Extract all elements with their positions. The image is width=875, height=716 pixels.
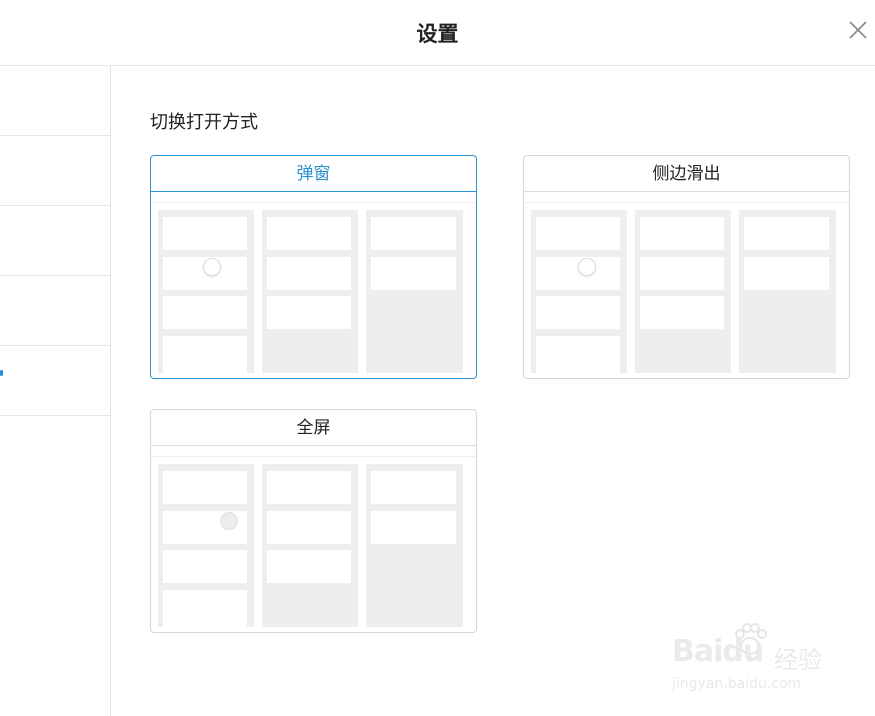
popup-preview (151, 203, 476, 378)
dialog-header: 设置 (0, 0, 875, 66)
sidebar-item-2[interactable] (0, 136, 110, 206)
close-icon (849, 21, 867, 39)
sidebar-item-5[interactable] (0, 346, 110, 416)
slide-preview (524, 203, 849, 378)
cursor-dot-icon (578, 258, 596, 276)
option-slide-label: 侧边滑出 (524, 156, 849, 192)
option-slide-card[interactable]: 侧边滑出 (523, 155, 850, 379)
option-fullscreen-label: 全屏 (151, 410, 476, 446)
option-fullscreen-card[interactable]: 全屏 (150, 409, 477, 633)
close-button[interactable] (846, 18, 870, 42)
option-popup-label: 弹窗 (151, 156, 476, 192)
settings-sidebar (0, 66, 111, 716)
sidebar-item-3[interactable] (0, 206, 110, 276)
sidebar-item-4-active[interactable] (0, 276, 110, 346)
dialog-title: 设置 (416, 22, 459, 46)
option-popup-card[interactable]: 弹窗 (150, 155, 477, 379)
cursor-dot-icon (203, 258, 221, 276)
sidebar-item-1[interactable] (0, 66, 110, 136)
cursor-dot-icon (220, 512, 238, 530)
baidu-jingyan-watermark: Baidu 经验 jingyan.baidu.com (672, 622, 832, 702)
fullscreen-preview (151, 457, 476, 632)
open-mode-label: 切换打开方式 (150, 112, 258, 133)
